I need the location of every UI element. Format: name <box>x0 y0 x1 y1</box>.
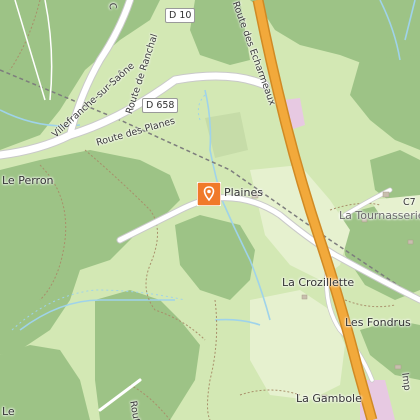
place-label-le: Le <box>2 405 15 418</box>
place-label-la-crozillette: La Crozillette <box>282 276 355 289</box>
road-label-c-top: C <box>106 2 119 11</box>
place-label-les-fondrus: Les Fondrus <box>345 316 411 329</box>
place-label-la-gambole: La Gambole <box>296 392 362 405</box>
map-canvas[interactable]: D 10 D 658 Route de Ranchal Route des Ec… <box>0 0 420 420</box>
place-label-la-tournasserie: La Tournasserie <box>339 209 420 222</box>
road-label-c7: C7 <box>403 197 416 208</box>
location-marker[interactable] <box>197 182 221 206</box>
road-shield-d10: D 10 <box>165 8 196 23</box>
road-shield-d658: D 658 <box>142 98 179 113</box>
road-label-imp: Imp <box>399 372 413 392</box>
place-label-plaines: Plaines <box>224 186 263 199</box>
map-pin-icon <box>197 182 221 206</box>
place-label-le-perron: Le Perron <box>2 174 54 187</box>
